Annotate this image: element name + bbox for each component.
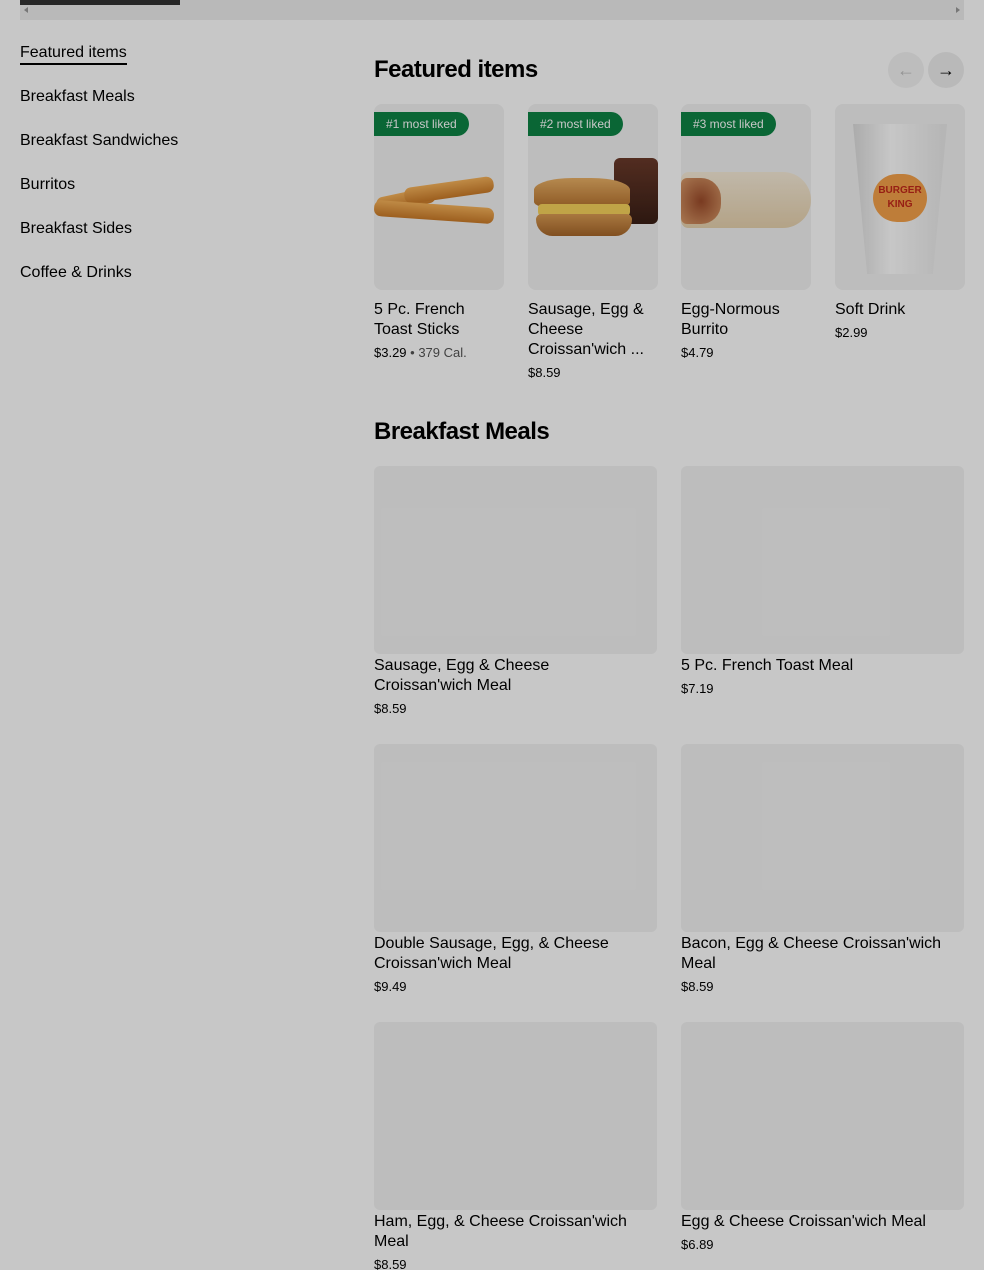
meal-image-placeholder: [374, 744, 657, 932]
food-image: #2 most liked: [528, 104, 658, 290]
sidebar-item-label: Breakfast Sandwiches: [20, 132, 179, 149]
burger-king-logo: BURGER KING: [873, 174, 927, 222]
featured-card[interactable]: #3 most liked Egg-Normous Burrito $4.79: [681, 104, 811, 363]
item-name: 5 Pc. French Toast Sticks: [374, 300, 504, 340]
item-name: Double Sausage, Egg, & Cheese Croissan'wi…: [374, 934, 657, 974]
meal-card[interactable]: Double Sausage, Egg, & Cheese Croissan'wi…: [374, 744, 657, 997]
featured-card[interactable]: #1 most liked 5 Pc. French Toast Sticks …: [374, 104, 504, 363]
scroll-left-arrow-icon[interactable]: [24, 7, 28, 13]
featured-card[interactable]: BURGER KING Soft Drink $2.99: [835, 104, 965, 343]
meal-image-placeholder: [374, 466, 657, 654]
item-name-line: Toast Sticks: [374, 321, 460, 338]
item-name-line: Burrito: [681, 321, 729, 338]
food-image: #1 most liked: [374, 104, 504, 290]
featured-card[interactable]: #2 most liked Sausage, Egg & Cheese Croi…: [528, 104, 658, 383]
item-name: Egg-Normous Burrito: [681, 300, 811, 340]
sidebar-item-breakfast-meals[interactable]: Breakfast Meals: [20, 84, 320, 128]
logo-text: BURGER: [878, 185, 922, 196]
item-name-line: 5 Pc. French: [374, 301, 465, 318]
food-image: BURGER KING: [835, 104, 965, 290]
item-price: $7.19: [681, 681, 714, 696]
category-sidebar: Featured items Breakfast Meals Breakfast…: [20, 40, 320, 304]
item-name-line: Meal: [681, 955, 716, 972]
meal-card[interactable]: Egg & Cheese Croissan'wich Meal $6.89: [681, 1022, 964, 1255]
sidebar-item-label: Featured items: [20, 44, 127, 65]
burrito-filling-shape: [681, 178, 721, 224]
item-name-line: Sausage, Egg & Cheese: [374, 657, 550, 674]
arrow-right-icon: →: [937, 59, 955, 80]
item-calories: 379 Cal.: [418, 345, 467, 360]
item-name-line: Cheese: [528, 321, 584, 338]
sidebar-item-burritos[interactable]: Burritos: [20, 172, 320, 216]
item-price: $8.59: [374, 701, 407, 716]
sidebar-item-featured-items[interactable]: Featured items: [20, 40, 320, 84]
item-name: Sausage, Egg & Cheese Croissan'wich Meal: [374, 656, 657, 696]
meal-card[interactable]: Ham, Egg, & Cheese Croissan'wich Meal $8.…: [374, 1022, 657, 1270]
item-name-line: Croissan'wich Meal: [374, 955, 512, 972]
most-liked-badge: #1 most liked: [374, 112, 469, 136]
breakfast-meals-heading: Breakfast Meals: [374, 418, 550, 445]
item-name-line: Egg & Cheese Croissan'wich Meal: [681, 1213, 926, 1230]
meal-image-placeholder: [374, 1022, 657, 1210]
toast-stick-shape: [403, 175, 495, 205]
item-name-line: 5 Pc. French Toast Meal: [681, 657, 854, 674]
meal-image-placeholder: [681, 744, 964, 932]
scroll-right-arrow-icon[interactable]: [956, 7, 960, 13]
meal-card[interactable]: 5 Pc. French Toast Meal $7.19: [681, 466, 964, 699]
food-image: #3 most liked: [681, 104, 811, 290]
item-name: Egg & Cheese Croissan'wich Meal: [681, 1212, 964, 1232]
meal-card[interactable]: Sausage, Egg & Cheese Croissan'wich Meal …: [374, 466, 657, 719]
item-price: $8.59: [374, 1257, 407, 1270]
sidebar-item-label: Coffee & Drinks: [20, 264, 132, 281]
item-name: Bacon, Egg & Cheese Croissan'wich Meal: [681, 934, 964, 974]
croissant-bottom-shape: [536, 214, 632, 236]
item-name: 5 Pc. French Toast Meal: [681, 656, 964, 676]
featured-items-heading: Featured items: [374, 56, 538, 83]
page: Featured items Breakfast Meals Breakfast…: [0, 0, 984, 1270]
meal-image-placeholder: [681, 466, 964, 654]
carousel-prev-button[interactable]: ←: [888, 52, 924, 88]
sidebar-item-coffee-drinks[interactable]: Coffee & Drinks: [20, 260, 320, 304]
sidebar-item-label: Burritos: [20, 176, 76, 193]
item-price: $3.29: [374, 345, 407, 360]
toast-stick-shape: [374, 199, 495, 225]
item-name-line: Meal: [374, 1233, 409, 1250]
arrow-left-icon: ←: [897, 59, 915, 80]
sidebar-item-breakfast-sides[interactable]: Breakfast Sides: [20, 216, 320, 260]
logo-text: KING: [887, 199, 913, 210]
horizontal-scrollbar[interactable]: [20, 0, 964, 20]
item-name: Soft Drink: [835, 300, 965, 320]
item-price: $8.59: [681, 979, 714, 994]
sidebar-item-label: Breakfast Meals: [20, 88, 135, 105]
sidebar-item-label: Breakfast Sides: [20, 220, 133, 237]
item-price: $2.99: [835, 325, 868, 340]
item-price: $8.59: [528, 365, 561, 380]
item-name-line: Croissan'wich ...: [528, 341, 644, 358]
item-name-line: Bacon, Egg & Cheese Croissan'wich: [681, 935, 942, 952]
item-name: Sausage, Egg & Cheese Croissan'wich ...: [528, 300, 658, 360]
price-line: $3.29 • 379 Cal.: [374, 343, 504, 363]
item-name-line: Egg-Normous: [681, 301, 780, 318]
sidebar-item-breakfast-sandwiches[interactable]: Breakfast Sandwiches: [20, 128, 320, 172]
item-price: $4.79: [681, 345, 714, 360]
most-liked-badge: #3 most liked: [681, 112, 776, 136]
meal-image-placeholder: [681, 1022, 964, 1210]
carousel-next-button[interactable]: →: [928, 52, 964, 88]
item-name-line: Croissan'wich Meal: [374, 677, 512, 694]
item-name-line: Ham, Egg, & Cheese Croissan'wich: [374, 1213, 627, 1230]
price-separator: •: [406, 345, 419, 360]
item-price: $6.89: [681, 1237, 714, 1252]
item-name: Ham, Egg, & Cheese Croissan'wich Meal: [374, 1212, 657, 1252]
item-name-line: Soft Drink: [835, 301, 906, 318]
item-price: $9.49: [374, 979, 407, 994]
scrollbar-thumb[interactable]: [20, 0, 180, 5]
item-name-line: Double Sausage, Egg, & Cheese: [374, 935, 609, 952]
most-liked-badge: #2 most liked: [528, 112, 623, 136]
item-name-line: Sausage, Egg &: [528, 301, 644, 318]
meal-card[interactable]: Bacon, Egg & Cheese Croissan'wich Meal $8…: [681, 744, 964, 997]
